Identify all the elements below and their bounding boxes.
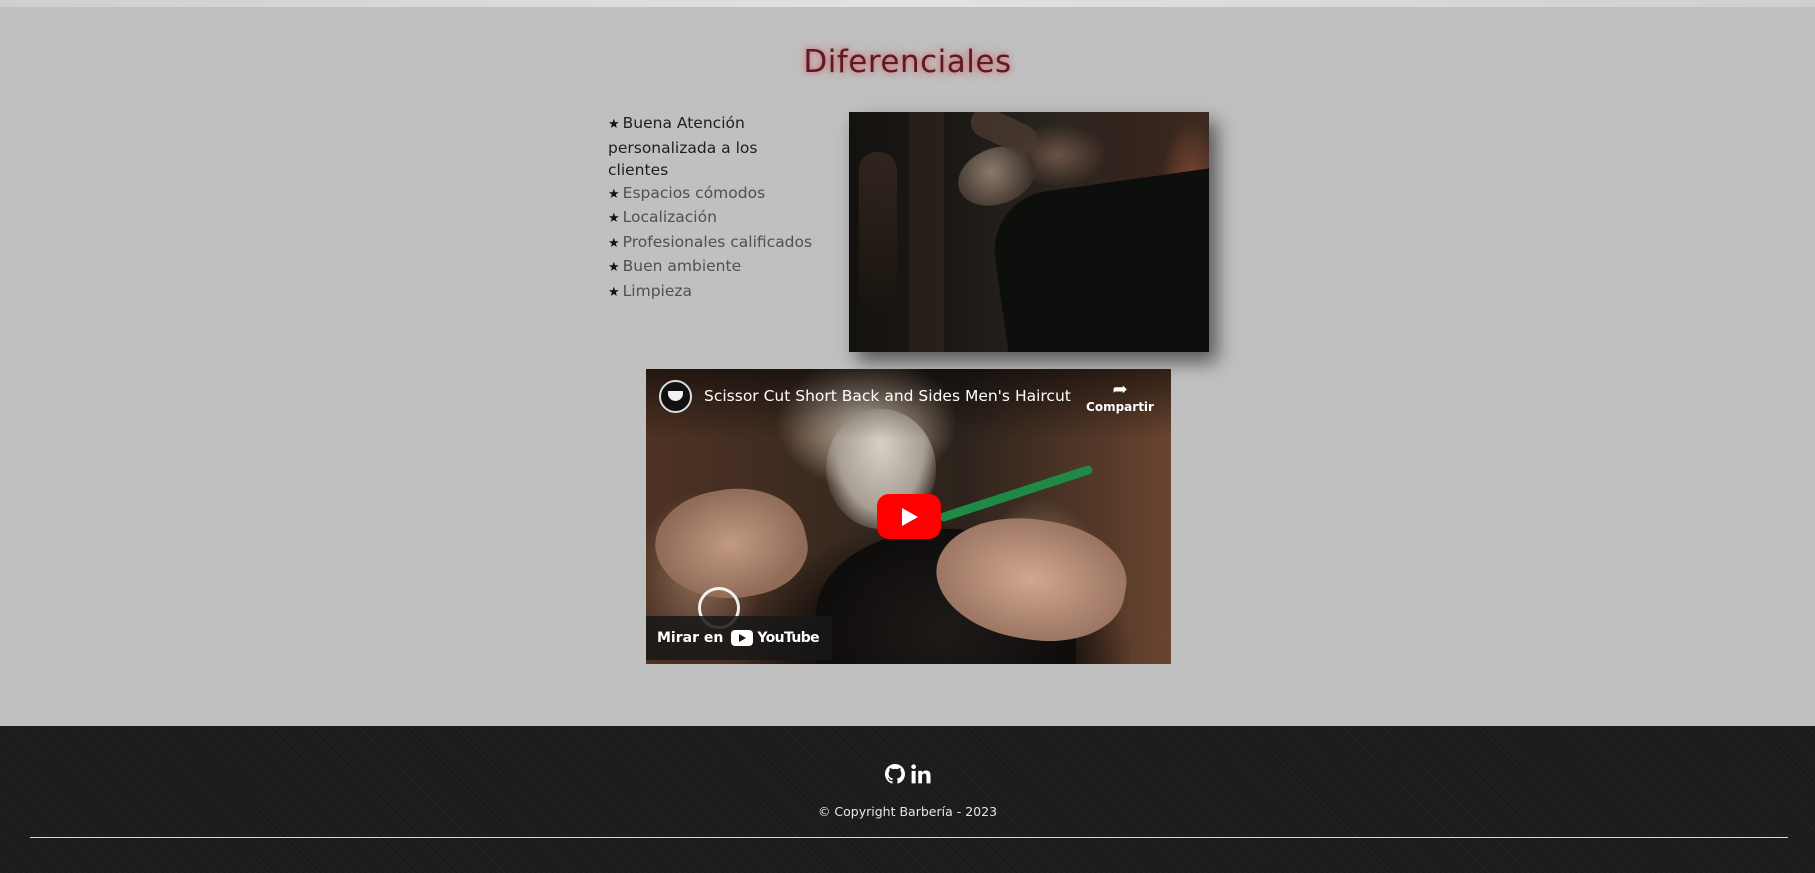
star-icon: ★	[608, 284, 620, 300]
section-title: Diferenciales	[803, 44, 1012, 80]
star-icon: ★	[608, 260, 620, 275]
social-links	[885, 764, 931, 784]
feature-item: ★ Profesionales calificados	[608, 231, 822, 256]
features-list: ★ Buena Atención personalizada a los clie…	[608, 112, 822, 304]
feature-label: Buena Atención personalizada a los clien…	[608, 114, 758, 179]
watch-on-youtube-button[interactable]: Mirar en YouTube	[646, 616, 833, 660]
feature-label: Profesionales calificados	[622, 232, 813, 251]
footer: © Copyright Barbería - 2023	[0, 726, 1815, 873]
top-strip	[0, 0, 1815, 7]
github-icon[interactable]	[885, 764, 905, 784]
channel-avatar-icon[interactable]	[659, 380, 692, 413]
copyright-text: © Copyright Barbería - 2023	[817, 804, 998, 819]
feature-label: Localización	[622, 208, 717, 226]
barber-photo	[849, 112, 1209, 352]
footer-divider	[30, 837, 1788, 838]
linkedin-icon[interactable]	[911, 764, 931, 784]
feature-label: Buen ambiente	[622, 257, 742, 275]
share-label: Compartir	[1086, 400, 1154, 414]
feature-item: ★ Localización	[608, 206, 822, 231]
video-title[interactable]: Scissor Cut Short Back and Sides Men's H…	[704, 387, 1071, 405]
youtube-logo: YouTube	[731, 630, 820, 646]
star-icon: ★	[608, 117, 620, 132]
share-button[interactable]: ➦ Compartir	[1084, 379, 1156, 415]
star-icon: ★	[608, 211, 620, 226]
feature-item: ★ Buen ambiente	[608, 255, 822, 280]
watch-label: Mirar en	[657, 630, 724, 646]
star-icon: ★	[608, 235, 620, 251]
play-button[interactable]	[877, 494, 941, 539]
youtube-embed[interactable]: Scissor Cut Short Back and Sides Men's H…	[646, 369, 1171, 664]
star-icon: ★	[608, 186, 620, 202]
feature-item: ★ Buena Atención personalizada a los clie…	[608, 112, 822, 182]
feature-item: ★ Espacios cómodos	[608, 182, 822, 207]
photo-barber-arm	[859, 152, 897, 312]
youtube-play-icon	[731, 630, 754, 646]
share-icon: ➦	[1112, 379, 1128, 400]
feature-item: ★ Limpieza	[608, 280, 822, 305]
photo-pillar	[909, 112, 944, 352]
feature-label: Espacios cómodos	[622, 183, 766, 202]
youtube-wordmark: YouTube	[757, 630, 820, 646]
feature-label: Limpieza	[622, 281, 693, 300]
